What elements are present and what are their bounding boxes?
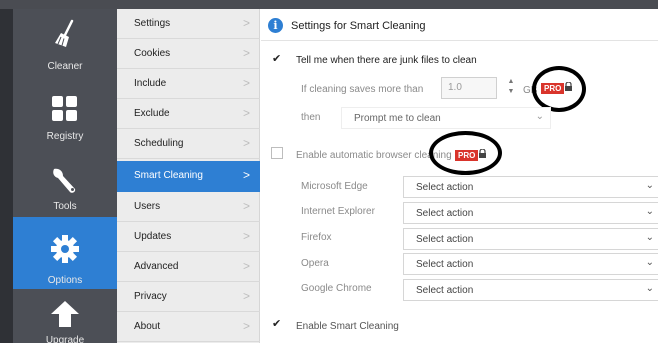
info-icon: i — [268, 18, 283, 33]
chevron-right-icon: > — [242, 168, 250, 182]
chevron-right-icon: > — [242, 106, 250, 120]
nav-label-options: Options — [47, 275, 83, 286]
chevron-right-icon: > — [242, 259, 250, 273]
chevron-right-icon: > — [242, 289, 250, 303]
auto-browser-cleaning-checkbox[interactable] — [271, 147, 283, 159]
submenu-label: About — [134, 321, 161, 332]
chevron-down-icon: ⌄ — [645, 232, 654, 243]
submenu-item-about[interactable]: About > — [117, 312, 260, 342]
select-value: Select action — [416, 234, 474, 245]
nav-item-options[interactable]: Options — [13, 217, 117, 289]
browser-label-edge: Microsoft Edge — [301, 181, 368, 192]
select-value: Select action — [416, 259, 474, 270]
upgrade-arrow-icon — [51, 301, 79, 327]
wrench-icon — [53, 168, 76, 193]
threshold-input[interactable]: 1.0 — [441, 77, 497, 99]
submenu-item-privacy[interactable]: Privacy > — [117, 282, 260, 312]
chevron-right-icon: > — [242, 136, 250, 150]
nav-item-upgrade[interactable]: Upgrade — [13, 289, 117, 343]
submenu-item-cookies[interactable]: Cookies > — [117, 39, 260, 69]
nav-item-cleaner[interactable]: Cleaner — [13, 9, 117, 77]
submenu-label: Users — [134, 201, 161, 212]
threshold-label: If cleaning saves more than — [301, 84, 424, 95]
chevron-down-icon: ⌄ — [645, 257, 654, 268]
stepper-up-icon[interactable]: ▲ — [507, 77, 515, 87]
top-strip — [0, 0, 658, 9]
gear-icon — [51, 235, 79, 263]
submenu-item-scheduling[interactable]: Scheduling > — [117, 129, 260, 159]
browser-select-edge[interactable]: Select action ⌄ — [403, 176, 658, 198]
nav-edge — [0, 9, 13, 343]
annotation-circle — [429, 131, 502, 175]
chevron-right-icon: > — [242, 46, 250, 60]
submenu-item-users[interactable]: Users > — [117, 192, 260, 222]
submenu-label: Advanced — [134, 261, 179, 272]
broom-icon — [55, 19, 74, 47]
enable-smart-cleaning-checkbox[interactable] — [271, 317, 283, 331]
junk-files-checkbox[interactable] — [271, 52, 283, 66]
browser-select-opera[interactable]: Select action ⌄ — [403, 253, 658, 275]
options-submenu: Settings > Cookies > Include > Exclude >… — [117, 9, 260, 343]
submenu-label: Exclude — [134, 108, 170, 119]
chevron-right-icon: > — [242, 16, 250, 30]
threshold-stepper[interactable]: ▲ ▼ — [507, 77, 515, 99]
browser-label-ie: Internet Explorer — [301, 206, 375, 217]
browser-label-firefox: Firefox — [301, 232, 332, 243]
submenu-label: Scheduling — [134, 138, 184, 149]
submenu-item-updates[interactable]: Updates > — [117, 222, 260, 252]
submenu-label: Cookies — [134, 48, 171, 59]
nav-item-tools[interactable]: Tools — [13, 147, 117, 217]
submenu-item-smart-cleaning[interactable]: Smart Cleaning > — [117, 161, 260, 192]
smart-cleaning-panel: i Settings for Smart Cleaning Tell me wh… — [261, 9, 658, 343]
junk-files-label: Tell me when there are junk files to cle… — [296, 55, 477, 66]
chevron-down-icon: ⌄ — [535, 111, 544, 122]
chevron-down-icon: ⌄ — [645, 180, 654, 191]
submenu-item-settings[interactable]: Settings > — [117, 9, 260, 39]
main-nav: Cleaner Registry Tools Options Upgrade — [0, 9, 117, 343]
select-value: Select action — [416, 208, 474, 219]
nav-label-upgrade: Upgrade — [45, 335, 85, 343]
then-label: then — [301, 112, 321, 123]
panel-header: i Settings for Smart Cleaning — [261, 9, 658, 41]
chevron-right-icon: > — [242, 76, 250, 90]
browser-select-chrome[interactable]: Select action ⌄ — [403, 279, 658, 301]
chevron-right-icon: > — [242, 229, 250, 243]
submenu-label: Include — [134, 78, 167, 89]
chevron-down-icon: ⌄ — [645, 206, 654, 217]
select-value: Select action — [416, 285, 474, 296]
nav-item-registry[interactable]: Registry — [13, 77, 117, 147]
submenu-label: Smart Cleaning — [134, 170, 203, 181]
submenu-label: Settings — [134, 18, 171, 29]
chevron-right-icon: > — [242, 199, 250, 213]
submenu-label: Privacy — [134, 291, 167, 302]
submenu-item-exclude[interactable]: Exclude > — [117, 99, 260, 129]
annotation-circle — [532, 66, 586, 112]
chevron-down-icon: ⌄ — [645, 283, 654, 294]
submenu-label: Updates — [134, 231, 172, 242]
nav-label-registry: Registry — [46, 131, 84, 142]
then-select-value: Prompt me to clean — [354, 113, 441, 124]
nav-label-tools: Tools — [53, 201, 77, 212]
then-action-select[interactable]: Prompt me to clean ⌄ — [341, 107, 551, 129]
submenu-item-include[interactable]: Include > — [117, 69, 260, 99]
browser-label-opera: Opera — [301, 258, 329, 269]
page-title: Settings for Smart Cleaning — [291, 20, 426, 32]
enable-smart-cleaning-label: Enable Smart Cleaning — [296, 321, 399, 332]
browser-label-chrome: Google Chrome — [301, 283, 372, 294]
select-value: Select action — [416, 182, 474, 193]
browser-select-firefox[interactable]: Select action ⌄ — [403, 228, 658, 250]
browser-select-ie[interactable]: Select action ⌄ — [403, 202, 658, 224]
nav-label-cleaner: Cleaner — [47, 61, 83, 72]
stepper-down-icon[interactable]: ▼ — [507, 87, 515, 97]
registry-grid-icon — [52, 96, 77, 121]
submenu-item-advanced[interactable]: Advanced > — [117, 252, 260, 282]
chevron-right-icon: > — [242, 319, 250, 333]
